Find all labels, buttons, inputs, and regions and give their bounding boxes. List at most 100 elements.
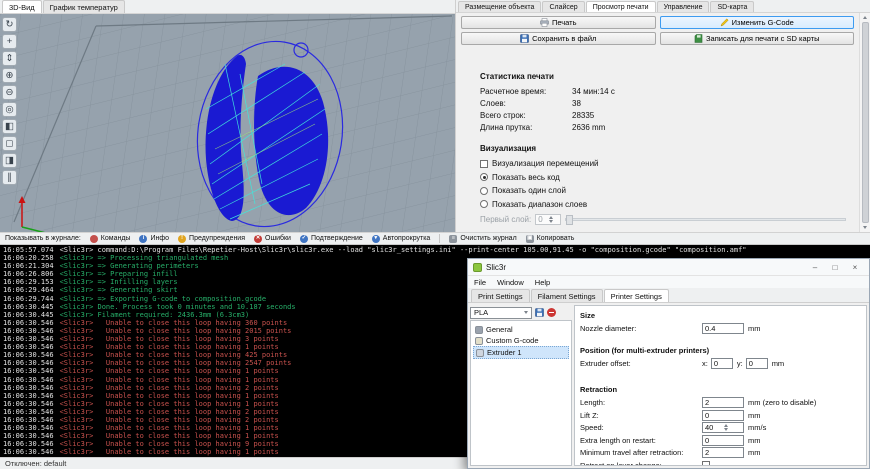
tree-item[interactable]: Extruder 1 (473, 346, 569, 359)
first-layer-spinner[interactable]: 0 (535, 214, 561, 225)
option-checkbox[interactable] (702, 461, 710, 466)
visualization-title: Визуализация (480, 144, 846, 153)
panel-tab[interactable]: Слайсер (542, 1, 584, 12)
preset-combo[interactable]: PLA (470, 307, 532, 319)
settings-tab[interactable]: Filament Settings (531, 289, 603, 302)
first-layer-value: 0 (538, 215, 548, 224)
spinner-buttons[interactable] (724, 424, 742, 431)
stat-label: Всего строк: (480, 111, 572, 120)
log-action-buttons: ≡ Очистить журнал ▣ Копировать (449, 235, 574, 243)
settings-tab[interactable]: Printer Settings (604, 289, 669, 302)
slic3r-menubar: File Window Help (468, 276, 869, 288)
panel-tab-label: Просмотр печати (593, 4, 649, 11)
filter-icon: ▾ (372, 235, 380, 243)
extruder-offset-x-input[interactable]: 0 (711, 358, 733, 369)
settings-tab-label: Print Settings (478, 292, 523, 301)
tree-item[interactable]: General (473, 324, 569, 335)
save-to-file-button[interactable]: Сохранить в файл (461, 32, 656, 45)
log-timestamp: 16:06:30.546 (3, 400, 54, 408)
move-viewpoint-icon[interactable]: ⇕ (2, 51, 17, 66)
front-view-icon[interactable]: ◨ (2, 153, 17, 168)
menu-item[interactable]: Help (535, 278, 550, 287)
log-filter-toggle[interactable]: i Инфо (139, 235, 169, 243)
log-message: <Slic3r> Unable to close this loop havin… (60, 367, 279, 375)
extruder-offset-y-input[interactable]: 0 (746, 358, 768, 369)
toolbar-separator (439, 234, 440, 243)
option-value: 0 (705, 411, 741, 420)
floppy-icon (535, 308, 544, 317)
menu-item[interactable]: File (474, 278, 486, 287)
panel-tab[interactable]: Просмотр печати (586, 1, 656, 12)
option-input[interactable]: 0 (702, 410, 744, 421)
log-timestamp: 16:06:29.464 (3, 286, 54, 294)
3d-viewport[interactable]: ↻ + ⇕ ⊕ ⊖ ◎ ◧ ◻ ◨ ∥ (0, 14, 455, 232)
top-view-icon[interactable]: ◻ (2, 136, 17, 151)
stat-row: Длина прутка: 2636 mm (480, 123, 615, 132)
settings-tab[interactable]: Print Settings (471, 289, 530, 302)
move-view-icon[interactable]: + (2, 34, 17, 49)
show-travel-checkbox[interactable]: Визуализация перемещений (480, 159, 846, 168)
panel-scrollbar[interactable] (859, 13, 870, 232)
log-filter-toggle[interactable]: Команды (90, 235, 131, 243)
option-unit: mm (748, 436, 761, 445)
slic3r-titlebar[interactable]: Slic3r – □ × (468, 259, 869, 276)
zoom-out-icon[interactable]: ⊖ (2, 85, 17, 100)
maximize-button[interactable]: □ (826, 261, 844, 274)
log-timestamp: 16:06:30.546 (3, 359, 54, 367)
panel-tab[interactable]: Управление (657, 1, 710, 12)
scroll-down-icon[interactable] (863, 226, 867, 229)
first-layer-slider[interactable] (565, 218, 846, 221)
spinner-buttons[interactable] (549, 216, 559, 223)
log-timestamp: 16:06:30.546 (3, 351, 54, 359)
visualization-radio-option[interactable]: Показать диапазон слоев (480, 200, 846, 209)
option-input[interactable]: 2 (702, 447, 744, 458)
option-input[interactable]: 0 (702, 435, 744, 446)
close-button[interactable]: × (846, 261, 864, 274)
tree-item-label: Extruder 1 (487, 348, 522, 357)
rotate-view-icon[interactable]: ↻ (2, 17, 17, 32)
option-input[interactable]: 40 (702, 422, 744, 433)
scrollbar-thumb[interactable] (862, 22, 869, 223)
log-action-button[interactable]: ≡ Очистить журнал (449, 235, 516, 243)
delete-preset-button[interactable] (547, 308, 556, 317)
tree-item[interactable]: Custom G-code (473, 335, 569, 346)
radio-label: Показать весь код (492, 173, 560, 182)
statistics-rows: Расчетное время: 34 мин:14 с Слоев: 38 В… (480, 87, 615, 132)
print-button[interactable]: Печать (461, 16, 656, 29)
log-filter-toggle[interactable]: ✕ Ошибки (254, 235, 291, 243)
parallel-projection-icon[interactable]: ∥ (2, 170, 17, 185)
visualization-radio-option[interactable]: Показать один слой (480, 186, 846, 195)
view-tab[interactable]: 3D-Вид (2, 0, 42, 13)
log-filter-toggle[interactable]: ▾ Автопрокрутка (372, 235, 431, 243)
save-to-sd-button-label: Записать для печати с SD карты (706, 34, 819, 43)
log-action-button[interactable]: ▣ Копировать (526, 235, 575, 243)
radio-label: Показать один слой (492, 186, 566, 195)
radio-icon (480, 200, 488, 208)
fit-view-icon[interactable]: ◎ (2, 102, 17, 117)
view-tab[interactable]: График температур (43, 0, 125, 13)
log-message: <Slic3r> Unable to close this loop havin… (60, 351, 288, 359)
option-input[interactable]: 2 (702, 397, 744, 408)
option-unit: mm (zero to disable) (748, 398, 816, 407)
nozzle-diameter-input[interactable]: 0.4 (702, 323, 744, 334)
statistics-title: Статистика печати (480, 72, 615, 81)
zoom-in-icon[interactable]: ⊕ (2, 68, 17, 83)
filter-icon: ! (178, 235, 186, 243)
minimize-button[interactable]: – (806, 261, 824, 274)
option-value: 0 (705, 436, 741, 445)
edit-gcode-button[interactable]: Изменить G-Code (660, 16, 855, 29)
panel-tab[interactable]: SD-карта (710, 1, 754, 12)
panel-tab[interactable]: Размещение объекта (458, 1, 541, 12)
option-value: 2 (705, 398, 741, 407)
save-to-sd-button[interactable]: Записать для печати с SD карты (660, 32, 855, 45)
scroll-up-icon[interactable] (863, 16, 867, 19)
panel-tabbar: Размещение объекта Слайсер Просмотр печа… (456, 0, 870, 13)
menu-item[interactable]: Window (497, 278, 524, 287)
iso-view-icon[interactable]: ◧ (2, 119, 17, 134)
visualization-radio-option[interactable]: Показать весь код (480, 173, 846, 182)
log-filter-toggle[interactable]: ✓ Подтверждение (300, 235, 363, 243)
log-filter-toggle[interactable]: ! Предупреждения (178, 235, 245, 243)
visualization-radios: Показать весь код Показать один слой Пок… (480, 173, 846, 209)
slider-thumb[interactable] (566, 215, 573, 225)
save-preset-button[interactable] (535, 308, 544, 317)
